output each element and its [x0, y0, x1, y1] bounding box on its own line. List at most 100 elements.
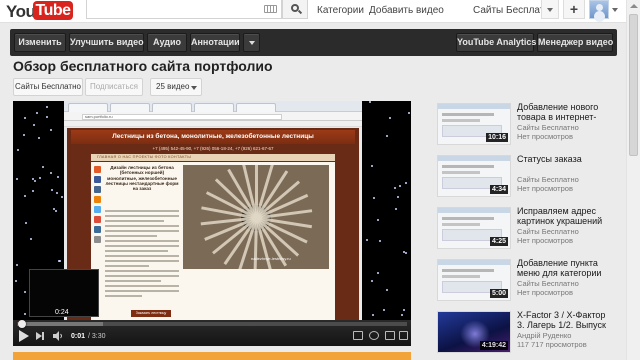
site-nav: ГЛАВНАЯ О НАС ПРОЕКТЫ ФОТО КОНТАКТЫ [91, 154, 335, 161]
browser-tab [110, 103, 150, 112]
star [16, 263, 19, 266]
video-count-dropdown[interactable]: 25 видео [150, 78, 202, 96]
add-button[interactable]: + [563, 0, 585, 19]
user-menu-button[interactable] [541, 0, 559, 19]
related-video-item[interactable]: 4:25 Исправляем адрес картинок украшений С… [437, 206, 617, 253]
video-duration: 10:16 [486, 133, 508, 142]
video-player[interactable]: sam.portfolio.ru Лестницы из бетона, мон… [13, 101, 411, 346]
related-video-views: Нет просмотров [517, 288, 573, 297]
seek-preview-time: 0:24 [55, 309, 69, 316]
browser-tab [68, 103, 108, 112]
video-thumbnail[interactable]: 4:19:42 [437, 311, 511, 353]
browser-tab [236, 103, 276, 112]
more-actions-button[interactable] [243, 33, 260, 52]
subscribe-button[interactable]: Подписаться [85, 78, 143, 96]
progress-bar[interactable] [17, 320, 407, 328]
related-video-item[interactable]: 4:19:42 X-Factor 3 / Х-Фактор 3. Лагерь 1… [437, 310, 617, 357]
upload-link[interactable]: Добавить видео [369, 5, 444, 16]
owner-toolbar: Изменить Улучшить видео Аудио Аннотации … [10, 29, 617, 56]
related-video-item[interactable]: 10:16 Добавление нового товара в интернет… [437, 102, 617, 149]
logo-you: You [6, 2, 36, 21]
related-video-title[interactable]: Исправляем адрес картинок украшений [517, 206, 615, 226]
star [371, 279, 374, 282]
browser-bookmarks-bar [64, 121, 362, 127]
star [376, 271, 379, 274]
search-input[interactable] [86, 0, 282, 19]
related-video-channel: Сайты Бесплатно [517, 279, 579, 288]
scroll-up-icon[interactable] [630, 4, 638, 8]
related-video-title[interactable]: Добавление нового товара в интернет- [517, 102, 615, 122]
next-icon[interactable] [35, 331, 45, 341]
star [33, 180, 36, 183]
play-icon[interactable] [19, 330, 29, 342]
scroll-thumb[interactable] [629, 14, 638, 156]
star [55, 209, 58, 212]
avatar[interactable] [589, 0, 609, 19]
video-thumbnail[interactable]: 5:00 [437, 259, 511, 301]
star [41, 166, 44, 169]
below-player-panel [13, 352, 411, 360]
related-video-item[interactable]: 5:00 Добавление пункта меню для категории… [437, 258, 617, 305]
total-time: / 3:30 [88, 333, 106, 340]
annotations-button[interactable]: Аннотации [190, 33, 240, 52]
analytics-button[interactable]: YouTube Analytics [456, 33, 536, 52]
captions-icon[interactable] [353, 331, 363, 340]
page-scrollbar[interactable] [626, 0, 640, 360]
video-manager-button[interactable]: Менеджер видео [537, 33, 613, 52]
fullscreen-icon[interactable] [399, 331, 408, 340]
star [24, 195, 27, 198]
chevron-down-icon [191, 86, 197, 90]
browser-tabbar [64, 101, 362, 112]
related-video-title[interactable]: Добавление пункта меню для категории [517, 258, 615, 278]
social-icon [94, 226, 101, 233]
youtube-logo[interactable]: You Tube [6, 1, 73, 21]
social-icon [94, 166, 101, 173]
settings-gear-icon[interactable] [369, 331, 379, 340]
star [57, 259, 60, 262]
enhance-button[interactable]: Улучшить видео [69, 33, 144, 52]
star [49, 129, 52, 132]
video-duration: 4:25 [489, 237, 508, 246]
star [24, 291, 27, 294]
star [366, 238, 369, 241]
related-video-item[interactable]: 4:34 Статусы заказа Сайты Бесплатно Нет про… [437, 154, 617, 201]
video-thumbnail[interactable]: 4:34 [437, 155, 511, 197]
search-icon-handle [297, 9, 303, 15]
related-video-channel: Сайты Бесплатно [517, 123, 579, 132]
video-count-label: 25 видео [156, 82, 190, 91]
masthead: You Tube Категории Добавить видео Сайты … [0, 0, 626, 23]
star [371, 164, 373, 167]
size-toggle-icon[interactable] [385, 331, 395, 340]
star [385, 288, 388, 291]
categories-link[interactable]: Категории [317, 5, 364, 16]
channel-button[interactable]: Сайты Бесплатно [13, 78, 83, 96]
star [30, 238, 33, 241]
star [50, 189, 53, 192]
volume-icon[interactable] [53, 331, 63, 341]
audio-button[interactable]: Аудио [147, 33, 187, 52]
keyboard-icon[interactable] [264, 5, 277, 13]
star [394, 208, 397, 211]
edit-button[interactable]: Изменить [14, 33, 66, 52]
video-thumbnail[interactable]: 4:25 [437, 207, 511, 249]
video-thumbnail[interactable]: 10:16 [437, 103, 511, 145]
star [57, 176, 60, 179]
related-video-title[interactable]: X-Factor 3 / Х-Фактор 3. Лагерь 1/2. Вып… [517, 310, 615, 330]
star [386, 134, 389, 137]
star [402, 309, 405, 312]
star [371, 313, 374, 316]
progress-loaded [17, 322, 103, 326]
search-button[interactable] [282, 0, 308, 19]
avatar-chevron-icon[interactable] [612, 8, 618, 12]
recorded-website: Лестницы из бетона, монолитные, железобе… [67, 128, 359, 327]
star [405, 252, 408, 255]
related-video-title[interactable]: Статусы заказа [517, 154, 615, 164]
scrub-handle[interactable] [18, 320, 26, 328]
related-video-views: Нет просмотров [517, 236, 573, 245]
star [14, 279, 17, 282]
social-icon [94, 196, 101, 203]
related-video-channel: Сайты Бесплатно [517, 227, 579, 236]
star [45, 105, 48, 108]
star [401, 313, 404, 316]
star [373, 196, 376, 199]
